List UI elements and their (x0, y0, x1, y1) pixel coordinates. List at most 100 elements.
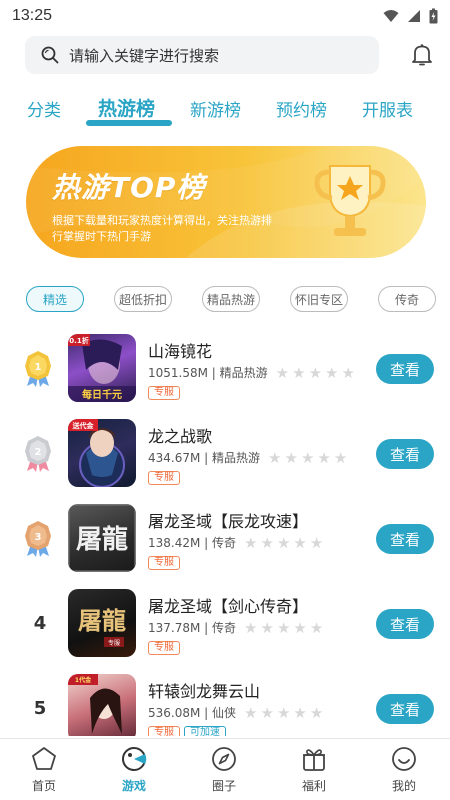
filter-chip-featured[interactable]: 精选 (26, 286, 84, 312)
filter-chip-retro[interactable]: 怀旧专区 (290, 286, 348, 312)
tag-exclusive-server: 专服 (148, 556, 180, 570)
game-size: 137.78M (148, 620, 201, 635)
svg-text:屠龍: 屠龍 (78, 606, 126, 635)
rating-stars: ★ ★ ★ ★ ★ (244, 533, 324, 552)
game-ranking-list: 1 0.1折 每日千元 山海镜花 1051.58M | 精品热游 ★ ★ ★ ★ ★ 专… (0, 326, 450, 736)
tab-category[interactable]: 分类 (27, 96, 61, 121)
search-placeholder: 请输入关键字进行搜索 (69, 46, 220, 65)
nav-profile[interactable]: 我的 (374, 745, 434, 794)
tab-new-games[interactable]: 新游榜 (190, 96, 241, 121)
svg-text:送代金: 送代金 (72, 421, 95, 430)
star-icon: ★ (244, 618, 258, 637)
game-icon-image: 1代金 (68, 674, 136, 736)
filter-chip-discount[interactable]: 超低折扣 (114, 286, 172, 312)
rating-stars: ★ ★ ★ ★ ★ (244, 618, 324, 637)
star-icon: ★ (260, 618, 274, 637)
tab-reservations[interactable]: 预约榜 (276, 96, 327, 121)
tag-exclusive-server: 专服 (148, 726, 180, 736)
banner-title: 热游TOP榜 (52, 171, 206, 204)
game-name: 屠龙圣域【辰龙攻速】 (148, 512, 309, 531)
nav-circle[interactable]: 圈子 (194, 745, 254, 794)
star-icon: ★ (276, 618, 291, 637)
tab-server-schedule[interactable]: 开服表 (362, 96, 413, 121)
view-button[interactable]: 查看 (376, 609, 434, 639)
search-row: 请输入关键字进行搜索 (25, 36, 437, 74)
filter-chips: 精选 超低折扣 精品热游 怀旧专区 传奇 (26, 286, 446, 314)
tab-hot-games[interactable]: 热游榜 (98, 94, 155, 121)
game-meta: 1051.58M | 精品热游 ★ ★ ★ ★ ★ (148, 363, 355, 382)
star-icon: ★ (309, 703, 324, 722)
filter-chip-legend[interactable]: 传奇 (378, 286, 436, 312)
game-icon-image: 0.1折 每日千元 (68, 334, 136, 402)
game-tags: 专服 可加速 (148, 726, 226, 736)
game-size: 536.08M (148, 705, 201, 720)
bell-icon (412, 44, 432, 66)
game-row[interactable]: 4 屠龍 专服 屠龙圣域【剑心传奇】 137.78M | 传奇 ★ ★ ★ ★ ★ 专服… (0, 581, 450, 666)
svg-text:0.1折: 0.1折 (69, 336, 88, 345)
game-tags: 专服 (148, 471, 180, 485)
game-row[interactable]: 5 1代金 轩辕剑龙舞云山 536.08M | 仙侠 ★ ★ ★ ★ ★ 专服 可加速 … (0, 666, 450, 736)
star-icon: ★ (317, 448, 331, 467)
nav-label: 福利 (301, 779, 326, 793)
game-row[interactable]: 2 送代金 龙之战歌 434.67M | 精品热游 ★ ★ ★ ★ ★ 专服 查看 (0, 411, 450, 496)
notification-button[interactable] (407, 40, 437, 70)
svg-text:1代金: 1代金 (75, 676, 92, 684)
rating-stars: ★ ★ ★ ★ ★ (244, 703, 324, 722)
game-category: 传奇 (212, 621, 237, 635)
search-input[interactable]: 请输入关键字进行搜索 (25, 36, 379, 74)
smile-face-icon (392, 747, 416, 771)
trophy-icon (314, 165, 386, 236)
star-icon: ★ (309, 533, 324, 552)
game-row[interactable]: 3 屠龍 屠龙圣域【辰龙攻速】 138.42M | 传奇 ★ ★ ★ ★ ★ 专服 查看 (0, 496, 450, 581)
view-button[interactable]: 查看 (376, 354, 434, 384)
nav-welfare[interactable]: 福利 (284, 745, 344, 794)
rank-number: 5 (33, 698, 47, 719)
star-icon: ★ (325, 363, 339, 382)
gift-icon (303, 749, 325, 771)
banner-description: 根据下载量和玩家热度计算得出，关注热游排行掌握时下热门手游 (52, 214, 272, 243)
view-button[interactable]: 查看 (376, 694, 434, 724)
game-icon-image: 送代金 (68, 419, 136, 487)
tag-accelerate: 可加速 (184, 726, 226, 736)
active-tab-indicator (86, 120, 172, 126)
star-icon: ★ (300, 448, 315, 467)
category-tabs: 分类 热游榜 新游榜 预约榜 开服表 (0, 92, 450, 128)
bronze-medal-icon: 3 (25, 521, 51, 557)
bottom-navigation: 首页 游戏 圈子 福利 我的 (0, 738, 450, 800)
star-icon: ★ (260, 703, 274, 722)
game-category: 精品热游 (219, 366, 268, 380)
tag-exclusive-server: 专服 (148, 386, 180, 400)
star-icon: ★ (275, 363, 290, 382)
game-size: 1051.58M (148, 365, 208, 380)
filter-chip-premium[interactable]: 精品热游 (202, 286, 260, 312)
rank-text: 1 (35, 362, 42, 373)
nav-label: 我的 (391, 779, 416, 793)
view-button[interactable]: 查看 (376, 439, 434, 469)
hot-top-banner: 热游TOP榜 根据下载量和玩家热度计算得出，关注热游排行掌握时下热门手游 (26, 146, 426, 258)
game-row[interactable]: 1 0.1折 每日千元 山海镜花 1051.58M | 精品热游 ★ ★ ★ ★ ★ 专… (0, 326, 450, 411)
rank-text: 2 (35, 447, 42, 458)
svg-text:每日千元: 每日千元 (82, 388, 122, 401)
game-name: 轩辕剑龙舞云山 (148, 682, 261, 701)
svg-text:专服: 专服 (108, 639, 120, 647)
game-category: 精品热游 (212, 451, 261, 465)
nav-games[interactable]: 游戏 (104, 745, 164, 794)
rank-text: 3 (35, 532, 42, 543)
signal-icon (408, 10, 420, 22)
star-icon: ★ (309, 618, 324, 637)
game-meta: 138.42M | 传奇 ★ ★ ★ ★ ★ (148, 533, 324, 552)
game-tags: 专服 (148, 386, 180, 400)
status-icons (383, 8, 438, 24)
home-pentagon-icon (32, 747, 56, 770)
star-icon: ★ (244, 533, 258, 552)
star-icon: ★ (333, 448, 348, 467)
nav-label: 圈子 (211, 779, 236, 793)
star-icon: ★ (293, 703, 307, 722)
rating-stars: ★ ★ ★ ★ ★ (275, 363, 355, 382)
tag-exclusive-server: 专服 (148, 641, 180, 655)
game-name: 龙之战歌 (148, 427, 213, 446)
status-time: 13:25 (12, 7, 53, 24)
view-button[interactable]: 查看 (376, 524, 434, 554)
nav-home[interactable]: 首页 (14, 745, 74, 794)
svg-text:屠龍: 屠龍 (76, 524, 128, 555)
